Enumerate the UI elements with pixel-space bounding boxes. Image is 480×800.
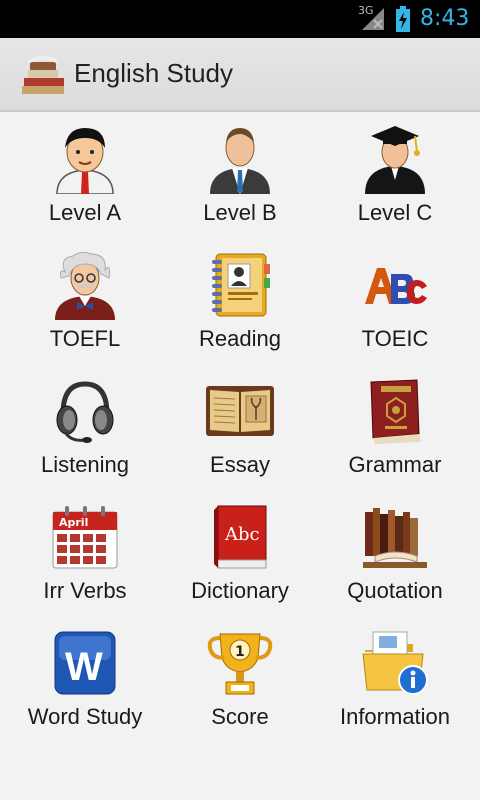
abc-letters-icon [365, 268, 427, 304]
menu-item-label: Level B [203, 200, 277, 225]
menu-item-label: Score [211, 704, 269, 729]
menu-item-quotation[interactable]: Quotation [315, 490, 475, 616]
info-folder-icon [362, 631, 428, 695]
menu-item-level-b[interactable]: Level B [160, 112, 320, 238]
businessman-icon [210, 128, 270, 194]
menu-item-toeic[interactable]: TOEIC [315, 238, 475, 364]
menu-item-level-a[interactable]: Level A [5, 112, 165, 238]
clock: 8:43 [420, 6, 470, 31]
dictionary-cover-text: Abc [224, 524, 260, 545]
menu-item-label: Listening [40, 452, 130, 477]
student-boy-icon [56, 128, 114, 194]
menu-item-label: Essay [210, 452, 270, 477]
menu-item-score[interactable]: 1 Score [160, 616, 320, 742]
menu-item-label: Dictionary [191, 578, 289, 603]
menu-item-dictionary[interactable]: Abc Dictionary [160, 490, 320, 616]
dictionary-icon: Abc [214, 505, 267, 569]
menu-item-label: Irr Verbs [43, 578, 127, 603]
calendar-month-text: April [59, 516, 88, 529]
menu-item-grammar[interactable]: Grammar [315, 364, 475, 490]
trophy-icon: 1 [207, 633, 273, 695]
menu-item-word-study[interactable]: W Word Study [5, 616, 165, 742]
menu-item-level-c[interactable]: Level C [315, 112, 475, 238]
app-title: English Study [74, 58, 233, 88]
menu-item-essay[interactable]: Essay [160, 364, 320, 490]
menu-grid: Level A Level B Level C TOEFL Reading TO… [0, 112, 480, 800]
word-cover-letter: W [65, 645, 103, 689]
menu-item-label: TOEIC [361, 326, 429, 351]
graduate-icon [365, 126, 425, 194]
menu-item-reading[interactable]: Reading [160, 238, 320, 364]
menu-item-label: Grammar [348, 452, 442, 477]
headset-icon [56, 381, 114, 443]
status-bar: 3G 8:43 [0, 0, 480, 38]
menu-item-label: Word Study [27, 704, 143, 729]
books-logo-icon[interactable] [18, 50, 68, 98]
menu-item-label: TOEFL [49, 326, 121, 351]
app-bar: English Study [0, 38, 480, 112]
battery-icon [396, 6, 410, 32]
menu-item-label: Level C [357, 200, 433, 225]
address-book-icon [212, 253, 270, 317]
menu-item-label: Level A [48, 200, 122, 225]
menu-item-toefl[interactable]: TOEFL [5, 238, 165, 364]
bookshelf-icon [363, 508, 427, 568]
menu-item-label: Quotation [347, 578, 443, 603]
menu-item-label: Reading [199, 326, 281, 351]
menu-item-label: Information [339, 704, 451, 729]
menu-item-information[interactable]: Information [315, 616, 475, 742]
word-w-icon: W [54, 631, 116, 695]
calendar-icon: April [52, 506, 118, 569]
menu-item-listening[interactable]: Listening [5, 364, 165, 490]
trophy-rank-text: 1 [235, 644, 245, 660]
menu-item-irr-verbs[interactable]: April Irr Verbs [5, 490, 165, 616]
signal-icon [362, 8, 384, 30]
grammar-book-icon [370, 379, 421, 444]
professor-icon [55, 251, 115, 320]
open-book-icon [206, 386, 274, 436]
